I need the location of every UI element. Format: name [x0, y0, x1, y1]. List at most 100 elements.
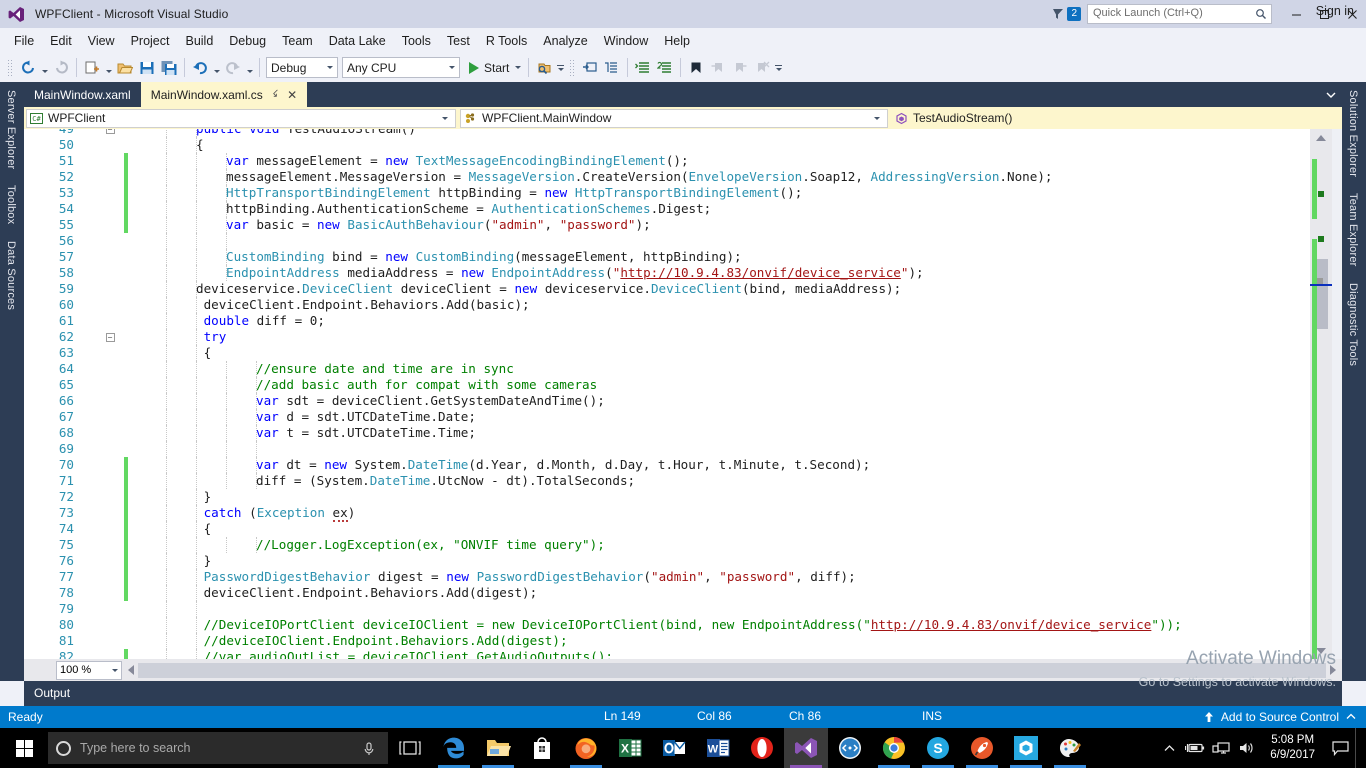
next-bookmark-button[interactable] [729, 57, 751, 79]
add-to-source-control-button[interactable]: Add to Source Control [1203, 706, 1356, 728]
taskbar-excel[interactable]: X [608, 728, 652, 768]
code-line[interactable]: 69 [24, 441, 1310, 457]
code-line[interactable]: 57 CustomBinding bind = new CustomBinding… [24, 249, 1310, 265]
taskbar-outlook[interactable] [652, 728, 696, 768]
menu-help[interactable]: Help [656, 31, 698, 51]
menu-window[interactable]: Window [596, 31, 656, 51]
dock-data-sources[interactable]: Data Sources [0, 233, 22, 318]
menu-file[interactable]: File [6, 31, 42, 51]
action-center-button[interactable] [1325, 728, 1355, 768]
dock-diagnostic-tools[interactable]: Diagnostic Tools [1342, 275, 1364, 374]
start-button[interactable] [0, 728, 48, 768]
navbar-project-combo[interactable]: C# WPFClient [26, 108, 456, 128]
code-line[interactable]: 73 catch (Exception ex) [24, 505, 1310, 522]
code-line[interactable]: 63 { [24, 345, 1310, 361]
code-text-area[interactable]: 49 − public void TestAudioStream() 50 {51 var… [24, 129, 1310, 659]
toolbar-overflow-button-2[interactable] [773, 57, 784, 79]
tab-mainwindow-xaml[interactable]: MainWindow.xaml [24, 82, 141, 107]
solution-platform-combo[interactable]: Any CPU [342, 57, 460, 78]
new-project-button[interactable] [81, 57, 103, 79]
taskbar-skype[interactable]: S [916, 728, 960, 768]
comment-selection-button[interactable] [632, 57, 654, 79]
code-line[interactable]: 68 var t = sdt.UTCDateTime.Time; [24, 425, 1310, 441]
outline-toggle[interactable]: − [104, 129, 116, 137]
code-line[interactable]: 66 var sdt = deviceClient.GetSystemDateAn… [24, 393, 1310, 409]
zoom-level-combo[interactable]: 100 % [56, 660, 122, 680]
code-line[interactable]: 55 var basic = new BasicAuthBehaviour("ad… [24, 217, 1310, 233]
code-line[interactable]: 58 EndpointAddress mediaAddress = new End… [24, 265, 1310, 281]
taskbar-word[interactable]: W [696, 728, 740, 768]
show-desktop-button[interactable] [1355, 728, 1362, 768]
code-line[interactable]: 80 //DeviceIOPortClient deviceIOClient =… [24, 617, 1310, 633]
taskbar-file-explorer[interactable] [476, 728, 520, 768]
editor-horizontal-scrollbar[interactable] [124, 660, 1340, 680]
code-line[interactable]: 79 [24, 601, 1310, 617]
show-hidden-icons-button[interactable] [1156, 728, 1182, 768]
menu-test[interactable]: Test [439, 31, 478, 51]
toolbar-overflow-button[interactable] [555, 57, 566, 79]
taskbar-firefox[interactable] [564, 728, 608, 768]
code-line[interactable]: 56 [24, 233, 1310, 249]
code-line[interactable]: 59 deviceservice.DeviceClient deviceClien… [24, 281, 1310, 297]
taskbar-rocket[interactable] [960, 728, 1004, 768]
pin-icon[interactable]: ↳ [268, 88, 282, 102]
code-line[interactable]: 76 } [24, 553, 1310, 569]
editor-vertical-scrollbar[interactable] [1310, 129, 1332, 659]
code-line[interactable]: 77 PasswordDigestBehavior digest = new P… [24, 569, 1310, 585]
task-view-button[interactable] [388, 728, 432, 768]
menu-build[interactable]: Build [177, 31, 221, 51]
menu-edit[interactable]: Edit [42, 31, 80, 51]
code-line[interactable]: 72 } [24, 489, 1310, 505]
horizontal-scroll-thumb[interactable] [138, 662, 1326, 678]
code-line[interactable]: 82 //var audioOutList = deviceIOClient.G… [24, 649, 1310, 659]
minimize-button[interactable] [1282, 0, 1310, 28]
toolbar-grip[interactable] [7, 58, 14, 77]
taskbar-paint[interactable] [1048, 728, 1092, 768]
dock-toolbox[interactable]: Toolbox [0, 177, 22, 232]
navbar-member-combo[interactable]: TestAudioStream() [892, 108, 1332, 128]
taskbar-opera[interactable] [740, 728, 784, 768]
code-line[interactable]: 71 diff = (System.DateTime.UtcNow - dt).T… [24, 473, 1310, 489]
menu-debug[interactable]: Debug [221, 31, 274, 51]
tab-strip-controls[interactable] [1324, 82, 1342, 107]
taskbar-chrome[interactable] [872, 728, 916, 768]
step-over-button[interactable] [601, 57, 623, 79]
clear-bookmarks-button[interactable] [751, 57, 773, 79]
code-line[interactable]: 50 { [24, 137, 1310, 153]
microphone-icon[interactable] [362, 741, 376, 762]
solution-configuration-combo[interactable]: Debug [266, 57, 338, 78]
code-line[interactable]: 52 messageElement.MessageVersion = Messag… [24, 169, 1310, 185]
code-line[interactable]: 53 HttpTransportBindingElement httpBindin… [24, 185, 1310, 201]
undo-button[interactable] [189, 57, 211, 79]
code-line[interactable]: 70 var dt = new System.DateTime(d.Year, d… [24, 457, 1310, 473]
network-button[interactable] [1208, 728, 1234, 768]
taskbar-visual-studio[interactable] [784, 728, 828, 768]
navigate-backward-dropdown[interactable] [39, 57, 50, 79]
taskbar-vs-code[interactable] [828, 728, 872, 768]
battery-button[interactable] [1182, 728, 1208, 768]
quick-launch-input[interactable]: Quick Launch (Ctrl+Q) [1087, 4, 1272, 24]
taskbar-search-box[interactable]: Type here to search [48, 732, 388, 764]
code-line[interactable]: 81 //deviceIOClient.Endpoint.Behaviors.A… [24, 633, 1310, 649]
navigate-forward-button[interactable] [50, 57, 72, 79]
menu-tools[interactable]: Tools [394, 31, 439, 51]
new-project-dropdown[interactable] [103, 57, 114, 79]
navbar-type-combo[interactable]: WPFClient.MainWindow [460, 108, 888, 128]
taskbar-store[interactable] [520, 728, 564, 768]
sign-in-link[interactable]: Sign in [1316, 4, 1354, 18]
dock-solution-explorer[interactable]: Solution Explorer [1342, 82, 1364, 185]
dock-team-explorer[interactable]: Team Explorer [1342, 185, 1364, 275]
code-line[interactable]: 75 //Logger.LogException(ex, "ONVIF time … [24, 537, 1310, 553]
outline-toggle[interactable]: − [104, 329, 116, 345]
save-all-button[interactable] [158, 57, 180, 79]
dock-server-explorer[interactable]: Server Explorer [0, 82, 22, 177]
toolbar-grip[interactable] [569, 58, 577, 77]
code-token[interactable]: http://10.9.4.83/onvif/device_service [871, 617, 1152, 632]
taskbar-edge[interactable] [432, 728, 476, 768]
code-editor[interactable]: 49 − public void TestAudioStream() 50 {51 var… [24, 129, 1342, 681]
menu-team[interactable]: Team [274, 31, 321, 51]
code-line[interactable]: 64 //ensure date and time are in sync [24, 361, 1310, 377]
menu-analyze[interactable]: Analyze [535, 31, 595, 51]
taskbar-clock[interactable]: 5:08 PM 6/9/2017 [1260, 733, 1325, 763]
code-token[interactable]: http://10.9.4.83/onvif/device_service [620, 265, 901, 280]
